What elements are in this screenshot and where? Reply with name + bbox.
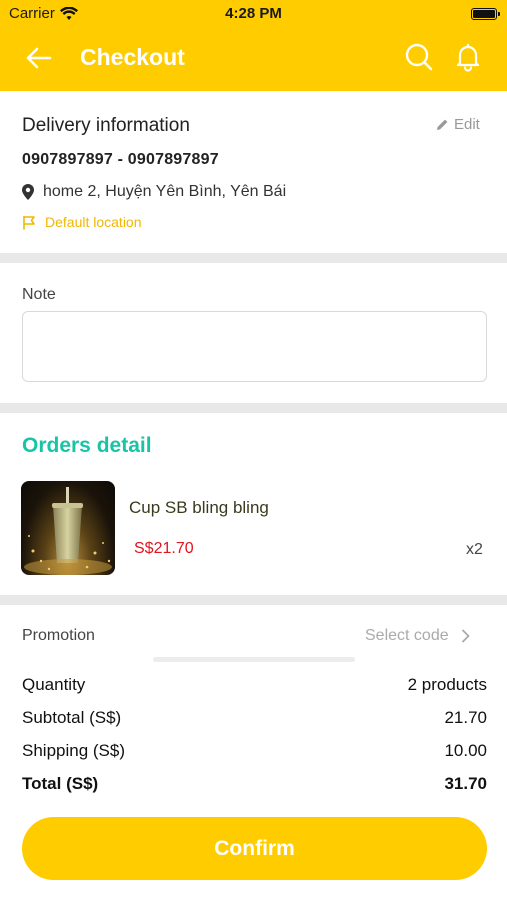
edit-label: Edit <box>454 116 480 133</box>
quantity-value: 2 products <box>407 675 487 694</box>
delivery-title: Delivery information <box>22 115 190 136</box>
select-code-label: Select code <box>365 627 449 644</box>
total-value: 31.70 <box>444 774 487 793</box>
note-label: Note <box>22 286 56 303</box>
battery-icon <box>471 8 500 20</box>
subtotal-value: 21.70 <box>444 708 487 727</box>
page-title: Checkout <box>80 44 185 70</box>
tumbler-image <box>24 487 112 575</box>
status-bar: Carrier 4:28 PM <box>0 0 507 28</box>
shipping-value: 10.00 <box>444 741 487 760</box>
quantity-row: Quantity 2 products <box>22 675 487 695</box>
header: Carrier 4:28 PM Checkout <box>0 0 507 91</box>
pencil-icon <box>437 119 448 130</box>
product-quantity: x2 <box>466 541 483 558</box>
back-arrow-icon[interactable] <box>24 43 54 73</box>
bell-icon[interactable] <box>453 42 483 72</box>
product-price: S$21.70 <box>134 540 194 557</box>
section-divider <box>0 595 507 605</box>
orders-detail-title: Orders detail <box>22 434 152 457</box>
confirm-button[interactable]: Confirm <box>22 817 487 880</box>
quantity-label: Quantity <box>22 675 86 694</box>
section-divider <box>0 403 507 413</box>
location-pin-icon <box>22 184 34 200</box>
subtotal-row: Subtotal (S$) 21.70 <box>22 708 487 728</box>
address-text: home 2, Huyện Yên Bình, Yên Bái <box>43 183 287 200</box>
flag-icon <box>23 215 35 230</box>
default-location: Default location <box>22 214 142 230</box>
product-image[interactable] <box>21 481 115 575</box>
delivery-address: home 2, Huyện Yên Bình, Yên Bái <box>22 183 286 201</box>
shipping-label: Shipping (S$) <box>22 741 126 760</box>
promotion-label: Promotion <box>22 627 95 644</box>
search-icon[interactable] <box>404 42 434 72</box>
section-divider <box>0 253 507 263</box>
subtotal-label: Subtotal (S$) <box>22 708 122 727</box>
status-time: 4:28 PM <box>225 5 282 22</box>
delivery-phone: 0907897897 - 0907897897 <box>22 151 219 168</box>
total-row: Total (S$) 31.70 <box>22 774 487 794</box>
total-label: Total (S$) <box>22 774 99 793</box>
edit-button[interactable]: Edit <box>436 116 480 133</box>
product-name: Cup SB bling bling <box>129 498 269 517</box>
select-code-button[interactable]: Select code <box>365 627 470 645</box>
note-field[interactable] <box>22 311 487 382</box>
scroll-indicator <box>153 657 355 662</box>
shipping-row: Shipping (S$) 10.00 <box>22 741 487 761</box>
default-location-label: Default location <box>45 214 142 230</box>
chevron-right-icon <box>461 629 470 643</box>
